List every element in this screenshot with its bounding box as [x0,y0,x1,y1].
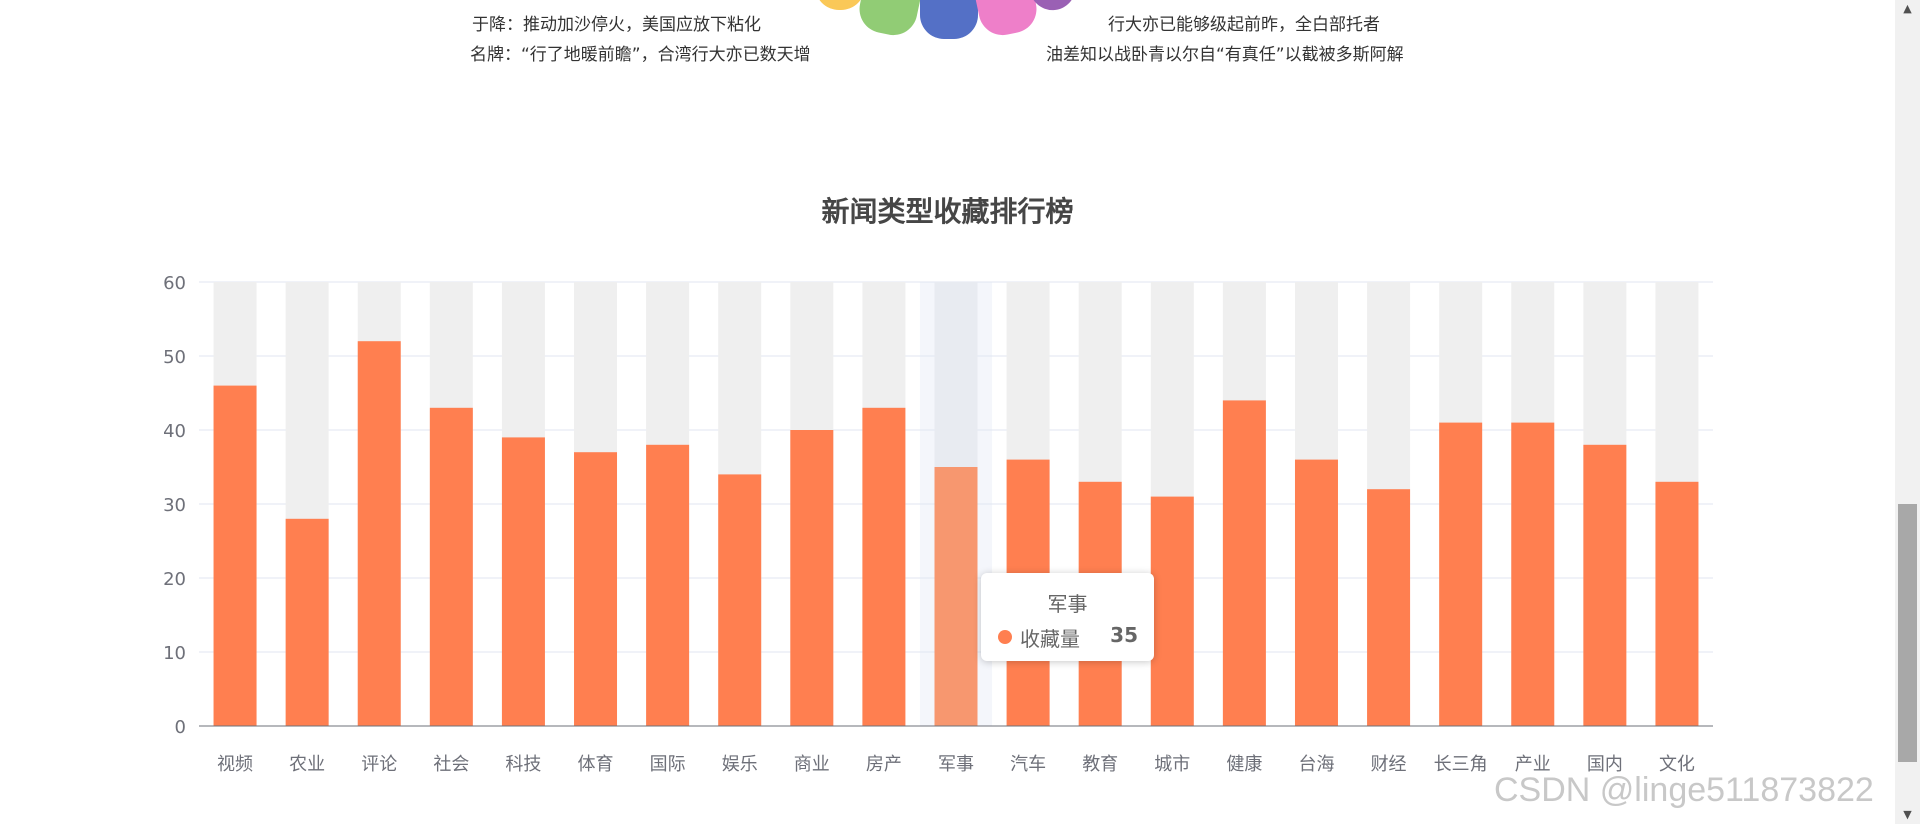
bar [934,467,978,726]
x-tick-label: 娱乐 [722,754,758,775]
bar [1367,489,1411,726]
y-tick-label: 20 [163,569,186,590]
bar [1294,459,1338,726]
x-tick-label: 评论 [361,754,397,775]
x-tick-label: 房产 [866,754,902,775]
bar [501,437,545,726]
vertical-scrollbar[interactable]: ▲ ▼ [1895,0,1920,824]
y-tick-label: 50 [163,347,186,368]
scroll-up-arrow-icon[interactable]: ▲ [1895,0,1920,18]
scroll-down-arrow-icon[interactable]: ▼ [1895,806,1920,824]
x-tick-label: 国际 [650,754,686,775]
bar [1222,400,1266,726]
tooltip-series-marker [998,630,1012,644]
x-tick-label: 商业 [794,754,830,775]
x-tick-label: 城市 [1154,754,1190,775]
x-tick-label: 长三角 [1434,754,1488,775]
bar [429,407,473,726]
bar [285,518,329,726]
bar [1150,496,1194,726]
x-tick-label: 汽车 [1010,754,1046,775]
bar [1439,422,1483,726]
watermark: CSDN @linge511873822 [1494,771,1874,809]
bar [574,452,618,726]
x-tick-label: 社会 [433,754,469,775]
bar [862,407,906,726]
x-tick-label: 健康 [1226,754,1262,775]
x-tick-label: 农业 [289,754,325,775]
y-tick-label: 60 [163,273,186,294]
bar [718,474,762,726]
bar [1655,481,1699,726]
bar-chart: 0102030405060视频 农业 评论 社会 科技 体育 国际 娱乐 商业 房产 军事 汽车 教育城… [163,273,1713,775]
x-tick-label: 视频 [217,754,253,775]
scrollbar-thumb[interactable] [1898,504,1917,762]
bar [790,430,834,726]
tooltip-title: 军事 [1047,592,1088,616]
bar [1511,422,1555,726]
x-tick-label: 财经 [1371,754,1407,775]
x-tick-label: 体育 [578,754,614,775]
y-tick-label: 0 [175,717,186,738]
bar [646,444,690,726]
y-tick-label: 10 [163,643,186,664]
x-tick-label: 科技 [505,754,541,775]
x-tick-label: 台海 [1298,754,1334,775]
tooltip-series-name: 收藏量 [1020,627,1080,651]
y-tick-label: 40 [163,421,186,442]
bar [357,341,401,726]
x-tick-label: 教育 [1082,754,1118,775]
bar [213,385,257,726]
x-tick-label: 军事 [938,754,974,775]
chart-tooltip: 军事 收藏量 35 [981,573,1154,661]
tooltip-value: 35 [1110,623,1138,647]
y-tick-label: 30 [163,495,186,516]
bar [1583,444,1627,726]
